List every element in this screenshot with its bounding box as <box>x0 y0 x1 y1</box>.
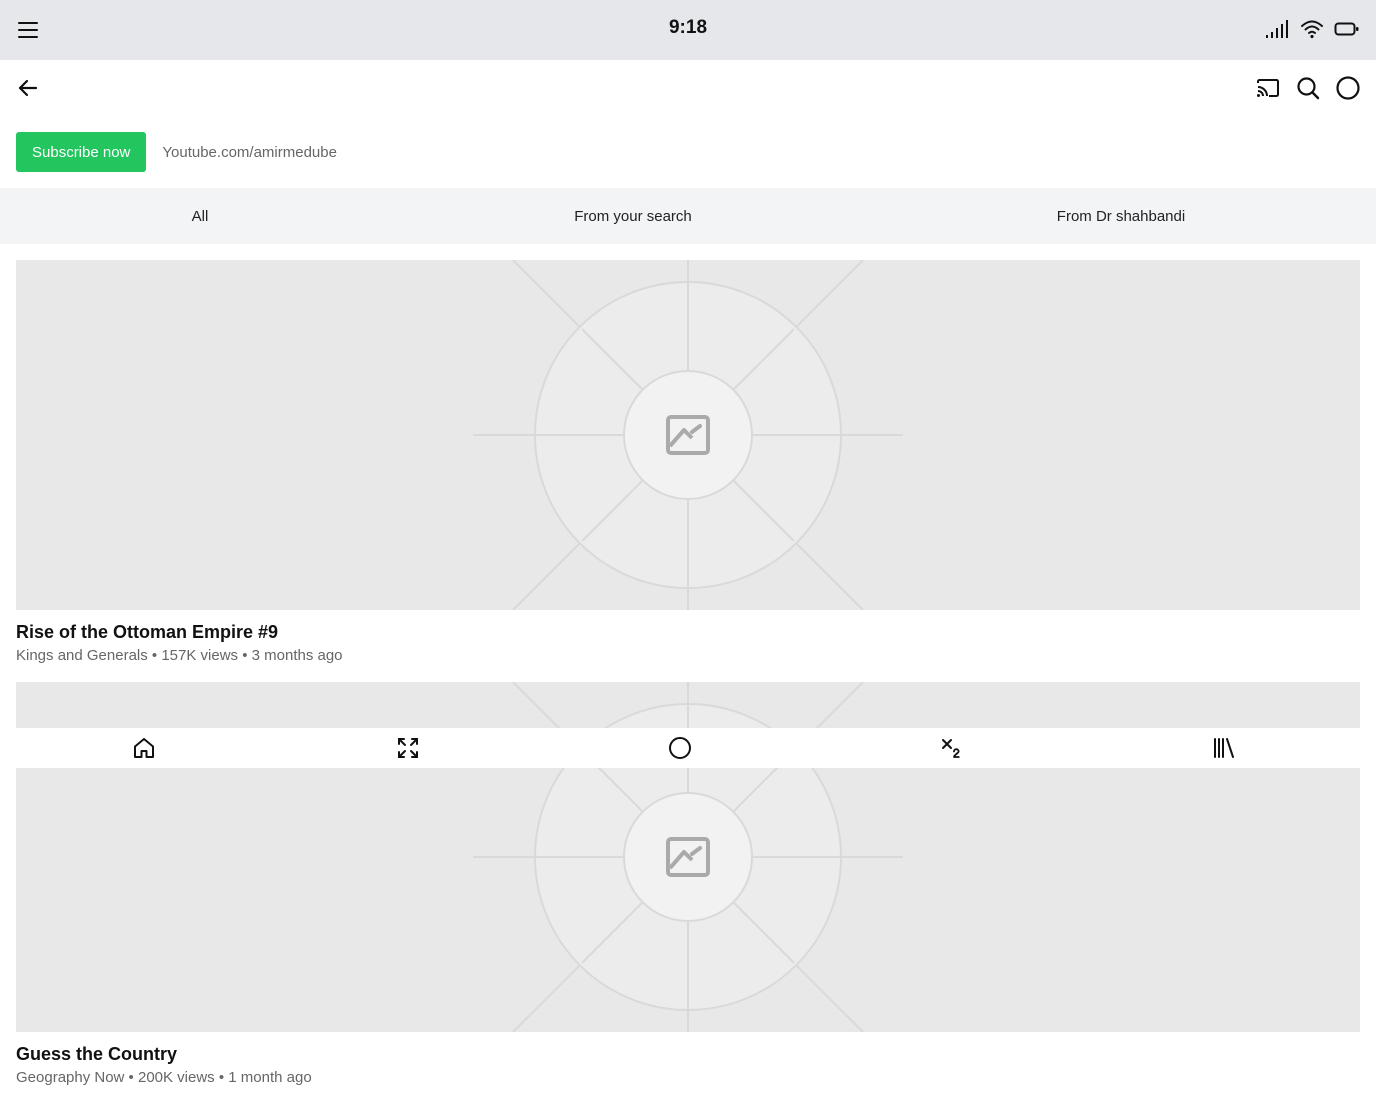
app-actions <box>1254 74 1362 102</box>
cast-icon[interactable] <box>1254 74 1282 102</box>
status-time: 9:18 <box>668 17 708 38</box>
search-icon[interactable] <box>1294 74 1322 102</box>
status-icons <box>1264 18 1360 40</box>
circle-icon <box>669 737 691 759</box>
channel-link[interactable]: Youtube.com/amirmedube <box>162 144 337 161</box>
nav-subscript[interactable] <box>816 728 1088 768</box>
app-bar <box>0 60 1376 116</box>
back-button[interactable] <box>14 74 42 102</box>
wifi-icon <box>1300 18 1324 40</box>
account-circle-icon[interactable] <box>1334 74 1362 102</box>
subscribe-button[interactable]: Subscribe now <box>16 132 147 172</box>
status-bar: 9:18 <box>0 0 1376 60</box>
battery-icon <box>1334 18 1360 40</box>
library-icon <box>1214 738 1234 758</box>
screen: 9:18 Subscribe now Youtube.com/amirmedub… <box>0 0 1376 1104</box>
home-icon <box>134 738 154 758</box>
video-thumbnail[interactable] <box>16 260 1360 610</box>
signal-icon <box>1264 18 1290 40</box>
subscript-icon <box>942 739 960 758</box>
video-meta: Geography Now • 200K views • 1 month ago <box>16 1069 312 1086</box>
filter-tabs: All From your search From Dr shahbandi <box>0 188 1376 244</box>
video-title[interactable]: Rise of the Ottoman Empire #9 <box>16 622 278 643</box>
tab-from-your-search[interactable]: From your search <box>400 188 866 244</box>
bottom-nav <box>16 728 1360 768</box>
tab-all[interactable]: All <box>0 188 400 244</box>
fullscreen-icon <box>398 738 418 758</box>
promo-row: Subscribe now Youtube.com/amirmedube <box>16 132 337 172</box>
nav-circle[interactable] <box>544 728 816 768</box>
video-meta: Kings and Generals • 157K views • 3 mont… <box>16 647 343 664</box>
tab-from-dr-shahbandi[interactable]: From Dr shahbandi <box>866 188 1376 244</box>
nav-fullscreen[interactable] <box>272 728 544 768</box>
video-title[interactable]: Guess the Country <box>16 1044 177 1065</box>
arrow-left-icon <box>18 79 38 97</box>
nav-library[interactable] <box>1088 728 1360 768</box>
nav-home[interactable] <box>16 728 272 768</box>
